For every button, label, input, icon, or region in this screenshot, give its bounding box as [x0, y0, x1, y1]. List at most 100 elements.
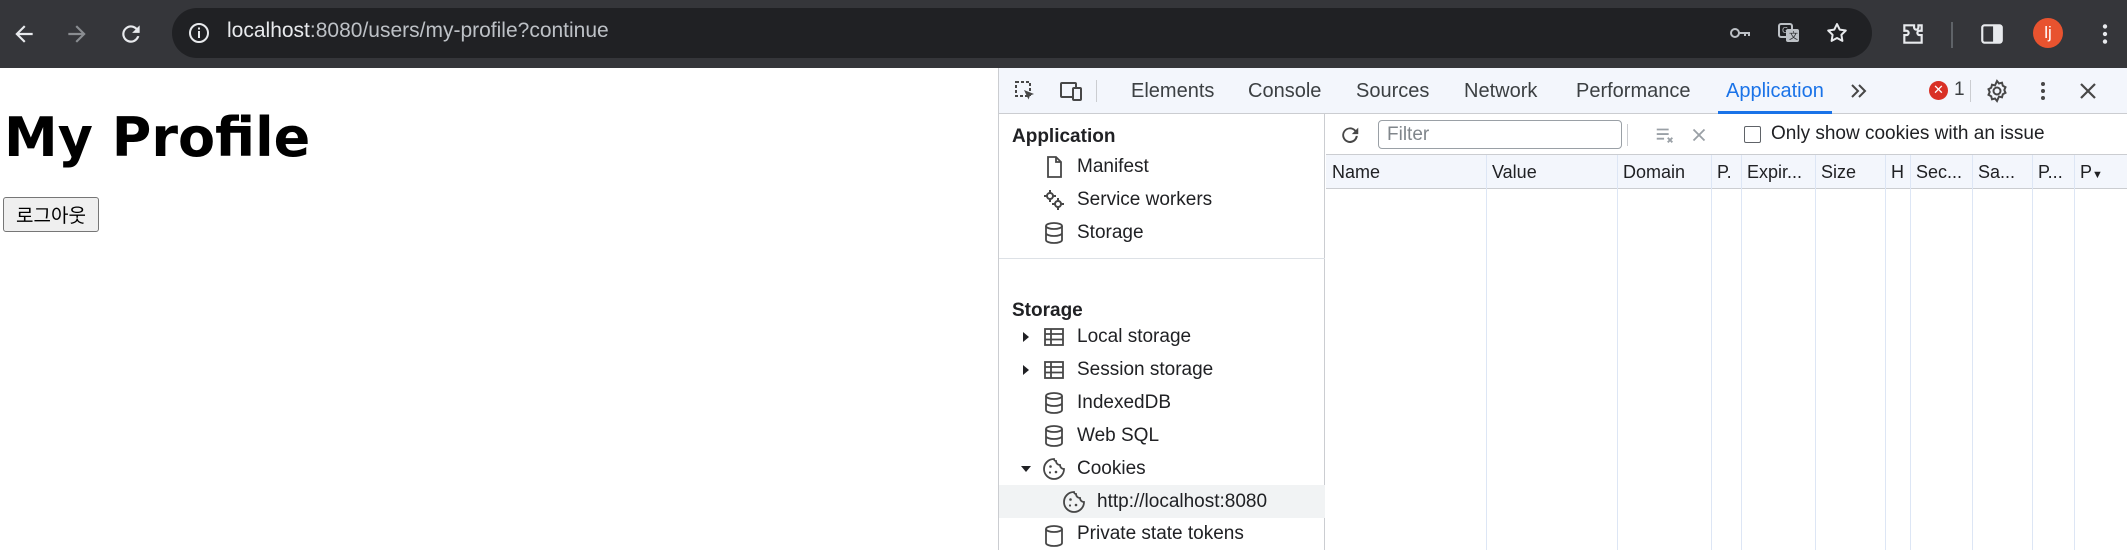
svg-text:文: 文 [1789, 30, 1798, 42]
cookie-icon [1061, 489, 1087, 515]
column-priority[interactable]: P▼ [2074, 155, 2127, 189]
filter-input[interactable] [1378, 120, 1622, 149]
sidebar-item-local-storage[interactable]: Local storage [999, 320, 1325, 353]
forward-button[interactable] [57, 14, 97, 54]
profile-avatar[interactable]: lj [2033, 18, 2063, 48]
tab-sources[interactable]: Sources [1348, 68, 1437, 114]
clear-all-icon[interactable] [1652, 122, 1678, 148]
error-icon: ✕ [1929, 80, 1948, 100]
settings-gear-icon[interactable] [1982, 77, 2012, 105]
cookies-filter-bar: Only show cookies with an issue [1326, 114, 2127, 155]
error-counter[interactable]: ✕ 1 [1929, 79, 1965, 101]
svg-text:G: G [1782, 26, 1788, 35]
kebab-menu-icon [2102, 24, 2108, 44]
only-issues-checkbox-row[interactable]: Only show cookies with an issue [1744, 123, 2045, 145]
puzzle-icon [1903, 24, 1923, 44]
bookmark-star-icon[interactable] [1822, 18, 1852, 48]
cookies-table-header: Name Value Domain P. Expir... Size H Sec… [1326, 155, 2127, 189]
side-panel-button[interactable] [1972, 14, 2012, 54]
cookie-icon [1041, 456, 1067, 482]
refresh-icon[interactable] [1337, 122, 1363, 148]
column-separator [1885, 155, 1886, 550]
browser-toolbar: localhost:8080/users/my-profile?continue… [0, 0, 2127, 68]
database-icon [1041, 390, 1067, 416]
column-secure[interactable]: Sec... [1910, 155, 1972, 189]
column-separator [1910, 155, 1911, 550]
sidebar-item-storage-overview[interactable]: Storage [999, 216, 1325, 249]
more-tabs-chevron-icon[interactable] [1844, 77, 1874, 105]
back-button[interactable] [4, 14, 44, 54]
filter-divider [1627, 124, 1628, 146]
expand-arrow-icon[interactable] [1019, 330, 1033, 344]
tabbar-divider [1096, 80, 1097, 102]
sidebar-item-session-storage[interactable]: Session storage [999, 353, 1325, 386]
column-domain[interactable]: Domain [1617, 155, 1711, 189]
tab-elements[interactable]: Elements [1123, 68, 1222, 114]
only-issues-checkbox[interactable] [1744, 125, 1761, 143]
tab-network[interactable]: Network [1456, 68, 1545, 114]
column-value[interactable]: Value [1486, 155, 1617, 189]
forward-arrow-icon [68, 25, 86, 43]
collapse-arrow-icon[interactable] [1019, 462, 1033, 476]
expand-arrow-icon[interactable] [1019, 363, 1033, 377]
page-title: My Profile [4, 106, 311, 169]
column-separator [1617, 155, 1618, 550]
column-httponly[interactable]: H [1885, 155, 1910, 189]
sidebar-divider [999, 258, 1325, 259]
gears-icon [1041, 187, 1067, 213]
column-separator [1711, 155, 1712, 550]
toolbar-divider [1951, 22, 1953, 48]
sidebar-header-application: Application [1012, 126, 1116, 147]
address-bar[interactable]: localhost:8080/users/my-profile?continue… [172, 8, 1872, 58]
table-icon [1041, 324, 1067, 350]
logout-button[interactable]: 로그아웃 [3, 197, 99, 232]
browser-menu-button[interactable] [2090, 14, 2120, 54]
sidebar-item-cookies[interactable]: Cookies [999, 452, 1325, 485]
tab-performance[interactable]: Performance [1568, 68, 1699, 114]
sidebar-item-cookie-origin[interactable]: http://localhost:8080 [999, 485, 1325, 518]
column-separator [2032, 155, 2033, 550]
devtools-menu-icon[interactable] [2028, 77, 2058, 105]
site-info-icon[interactable] [184, 18, 214, 48]
devtools-tabbar: Elements Console Sources Network Perform… [999, 68, 2127, 114]
column-path[interactable]: P. [1711, 155, 1741, 189]
back-arrow-icon [15, 25, 33, 43]
database-icon [1041, 220, 1067, 246]
database-icon [1041, 423, 1067, 449]
column-separator [1972, 155, 1973, 550]
page-viewport: My Profile 로그아웃 [0, 68, 998, 550]
reload-button[interactable] [111, 14, 151, 54]
devtools-panel: Elements Console Sources Network Perform… [998, 68, 2127, 550]
delete-selected-icon[interactable] [1686, 122, 1712, 148]
side-panel-icon [1981, 24, 2003, 44]
column-separator [1486, 155, 1487, 550]
column-samesite[interactable]: Sa... [1972, 155, 2032, 189]
cookies-pane: Only show cookies with an issue Name Val… [1326, 114, 2127, 550]
tab-application[interactable]: Application [1718, 68, 1832, 114]
close-devtools-icon[interactable] [2073, 77, 2103, 105]
column-partition-key[interactable]: P... [2032, 155, 2074, 189]
sidebar-item-manifest[interactable]: Manifest [999, 150, 1325, 183]
extensions-button[interactable] [1893, 14, 1933, 54]
application-sidebar: Application Manifest Service workers Sto… [999, 114, 1325, 550]
key-icon[interactable] [1725, 18, 1755, 48]
translate-icon[interactable]: 文G [1774, 18, 1804, 48]
column-expires[interactable]: Expir... [1741, 155, 1815, 189]
column-size[interactable]: Size [1815, 155, 1885, 189]
sidebar-item-web-sql[interactable]: Web SQL [999, 419, 1325, 452]
column-separator [1815, 155, 1816, 550]
reload-icon [122, 25, 140, 43]
column-separator [2074, 155, 2075, 550]
sidebar-item-indexeddb[interactable]: IndexedDB [999, 386, 1325, 419]
sidebar-item-private-state-tokens[interactable]: Private state tokens [999, 518, 1325, 550]
column-name[interactable]: Name [1326, 155, 1486, 189]
document-icon [1041, 154, 1067, 180]
sidebar-header-storage: Storage [1012, 300, 1083, 321]
sort-flag-icon: ▼ [2092, 169, 2103, 181]
tabbar-divider-2 [1970, 80, 1971, 102]
device-toolbar-icon[interactable] [1056, 77, 1086, 105]
table-icon [1041, 357, 1067, 383]
tab-console[interactable]: Console [1240, 68, 1329, 114]
inspect-element-icon[interactable] [1010, 77, 1040, 105]
sidebar-item-service-workers[interactable]: Service workers [999, 183, 1325, 216]
